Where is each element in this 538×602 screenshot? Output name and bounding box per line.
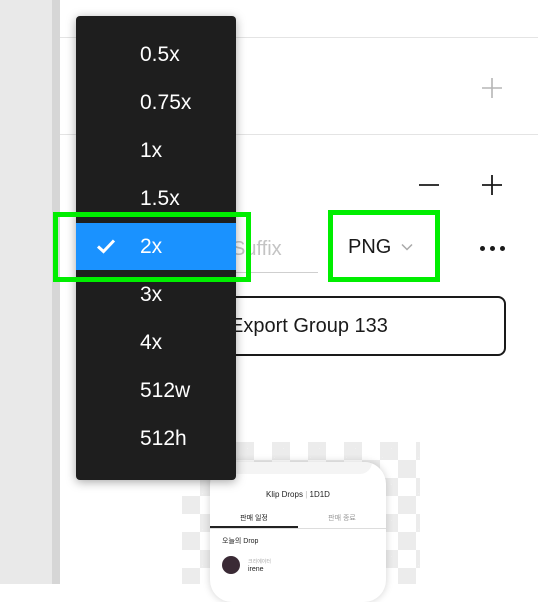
add-section-button[interactable] — [478, 74, 506, 102]
export-button[interactable]: Export Group 133 — [190, 296, 506, 356]
scale-option[interactable]: 0.75x — [76, 79, 236, 126]
scale-dropdown-menu: 0.5x 0.75x 1x 1.5x 2x 3x 4x 512w 512h — [76, 16, 236, 480]
preview-app-title: Klip Drops | 1D1D — [266, 490, 330, 499]
format-value: PNG — [348, 235, 392, 258]
scale-option[interactable]: 512w — [76, 367, 236, 414]
preview-owner-role: 크리에이터 — [248, 559, 272, 565]
scale-option[interactable]: 4x — [76, 319, 236, 366]
preview-tab-active: 판매 일정 — [210, 512, 298, 528]
phone-notch — [226, 462, 372, 474]
scale-option[interactable]: 1.5x — [76, 175, 236, 222]
panel-border — [52, 0, 60, 584]
scale-option[interactable]: 0.5x — [76, 31, 236, 78]
add-export-button[interactable] — [478, 171, 506, 199]
scale-option[interactable]: 512h — [76, 415, 236, 462]
preview-tab-inactive: 판매 종료 — [328, 515, 356, 522]
plus-icon — [482, 175, 502, 195]
format-select[interactable]: PNG — [337, 222, 433, 272]
scale-option-selected[interactable]: 2x — [76, 223, 236, 270]
suffix-input[interactable] — [232, 226, 318, 273]
avatar — [222, 556, 240, 574]
preview-section-title: 오늘의 Drop — [222, 538, 259, 545]
minus-icon — [419, 184, 439, 186]
export-button-label: Export Group 133 — [230, 314, 388, 337]
plus-icon — [482, 78, 502, 98]
canvas-area — [0, 0, 52, 584]
preview-tabs: 판매 일정 판매 종료 — [210, 512, 386, 529]
more-icon — [479, 245, 485, 251]
scale-option[interactable]: 1x — [76, 127, 236, 174]
chevron-down-icon — [401, 243, 413, 251]
scale-option[interactable]: 3x — [76, 271, 236, 318]
preview-owner-name: irene — [248, 566, 264, 573]
preview-phone-frame: Klip Drops | 1D1D 판매 일정 판매 종료 오늘의 Drop 크… — [210, 462, 386, 602]
remove-export-button[interactable] — [415, 171, 443, 199]
more-options-button[interactable] — [474, 234, 510, 262]
checkmark-icon — [96, 239, 116, 254]
